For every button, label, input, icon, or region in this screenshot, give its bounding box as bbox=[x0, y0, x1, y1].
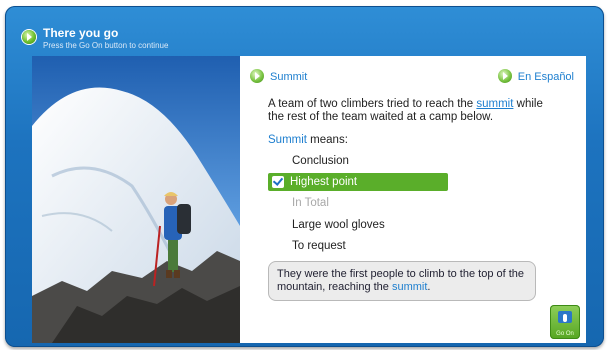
mountain-climber-photo bbox=[32, 56, 240, 343]
sentence-text: A team of two climbers tried to reach th… bbox=[268, 98, 477, 110]
status-play-icon bbox=[22, 30, 36, 44]
keyword-link[interactable]: summit bbox=[476, 98, 513, 110]
answer-option-large-wool-gloves[interactable]: Large wool gloves bbox=[270, 216, 445, 234]
means-keyword[interactable]: Summit bbox=[268, 134, 307, 146]
header-title: There you go bbox=[43, 26, 119, 40]
go-on-hand-icon bbox=[558, 311, 572, 323]
vocabulary-panel: Summit En Español A team of two climbers… bbox=[240, 56, 586, 343]
answer-option-to-request[interactable]: To request bbox=[270, 237, 445, 255]
checkmark-icon bbox=[272, 176, 284, 188]
example-sentence: A team of two climbers tried to reach th… bbox=[268, 98, 553, 124]
word-audio-link[interactable]: Summit bbox=[250, 69, 307, 83]
answer-option-in-total[interactable]: In Total bbox=[270, 194, 445, 212]
word-link-label[interactable]: Summit bbox=[270, 71, 307, 83]
answer-option-label: Highest point bbox=[290, 176, 358, 188]
answer-option-conclusion[interactable]: Conclusion bbox=[270, 152, 445, 170]
go-on-button[interactable]: Go On bbox=[550, 305, 580, 339]
context-text: . bbox=[427, 281, 431, 293]
play-audio-icon[interactable] bbox=[250, 69, 264, 83]
spanish-link[interactable]: En Español bbox=[497, 69, 574, 83]
context-sentence-box: They were the first people to climb to t… bbox=[268, 261, 536, 301]
answer-option-highest-point[interactable]: Highest point bbox=[268, 173, 448, 191]
header-subtitle: Press the Go On button to continue bbox=[43, 41, 169, 50]
content-area: Summit En Español A team of two climbers… bbox=[32, 56, 586, 343]
play-audio-icon[interactable] bbox=[497, 69, 512, 83]
go-on-label: Go On bbox=[556, 331, 574, 337]
spanish-link-label[interactable]: En Español bbox=[518, 71, 574, 83]
context-keyword[interactable]: summit bbox=[392, 281, 427, 293]
means-suffix: means: bbox=[306, 134, 348, 146]
means-prompt: Summit means: bbox=[268, 134, 348, 146]
